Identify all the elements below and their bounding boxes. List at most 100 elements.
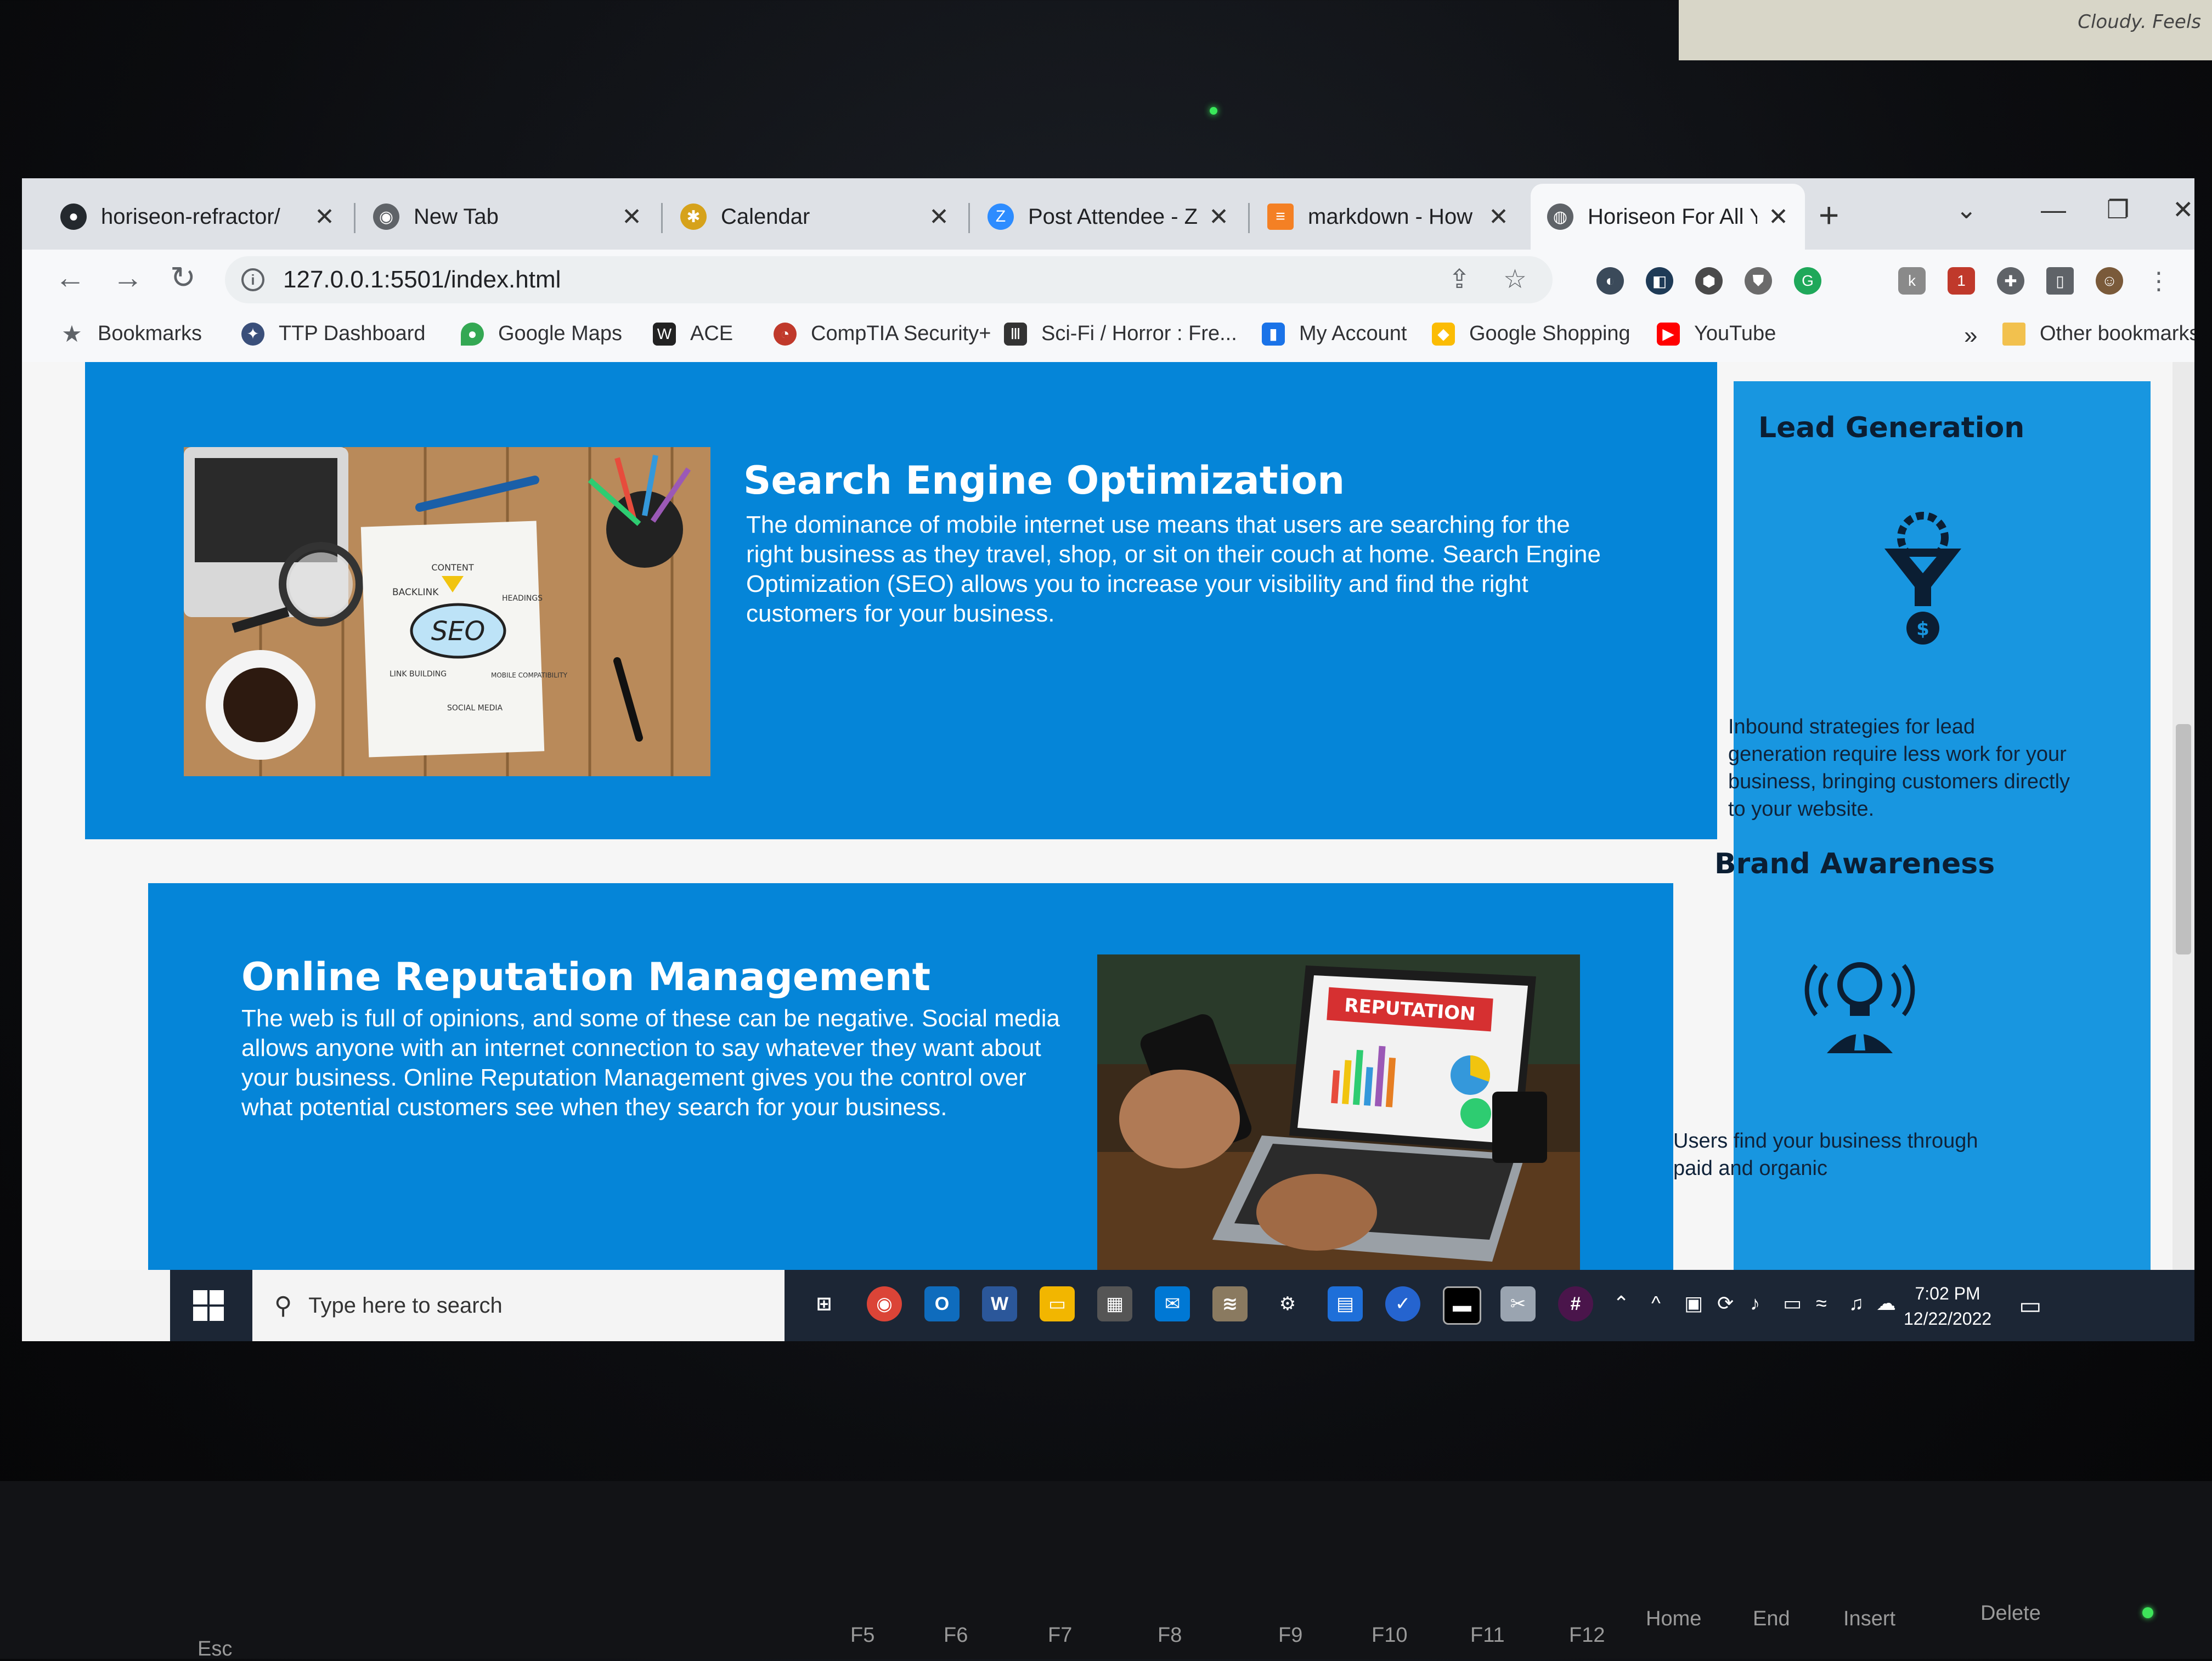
share-icon[interactable]: ⇪ <box>1448 264 1470 295</box>
back-arrow-icon[interactable]: ← <box>55 259 86 295</box>
bookmark-my-account[interactable]: ▮ My Account <box>1262 322 1407 346</box>
key-home[interactable]: Home <box>1646 1607 1701 1631</box>
restore-icon[interactable]: ❐ <box>2107 195 2129 224</box>
key-f10[interactable]: F10 <box>1372 1624 1407 1647</box>
clock-date: 12/22/2022 <box>1904 1309 1992 1329</box>
tab-search-chevron-icon[interactable]: ⌄ <box>1956 195 1977 224</box>
word-icon[interactable]: W <box>982 1286 1017 1321</box>
tray-chevron-up-icon[interactable]: ^ <box>1651 1292 1661 1315</box>
bookmark-ttp-dashboard[interactable]: ✦ TTP Dashboard <box>241 322 426 346</box>
key-f5[interactable]: F5 <box>850 1624 874 1647</box>
volume-icon[interactable]: ♫ <box>1849 1292 1864 1315</box>
wifi-icon[interactable]: ≈ <box>1816 1292 1827 1315</box>
close-icon[interactable]: ✕ <box>1768 203 1788 231</box>
microphone-icon[interactable]: ♪ <box>1750 1292 1760 1315</box>
tab-calendar[interactable]: ✱ Calendar ✕ <box>664 184 966 250</box>
taskbar-clock[interactable]: 7:02 PM 12/22/2022 <box>1904 1281 1991 1331</box>
bookmark-bookmarks[interactable]: ★ Bookmarks <box>60 321 202 347</box>
url-text[interactable]: 127.0.0.1:5501/index.html <box>283 266 561 293</box>
key-delete[interactable]: Delete <box>1980 1602 2041 1625</box>
calendar-app-icon[interactable]: ▤ <box>1328 1286 1363 1321</box>
extension-k-icon[interactable]: k <box>1898 267 1926 295</box>
close-icon[interactable]: ✕ <box>1488 203 1509 231</box>
bookmark-youtube[interactable]: ▶ YouTube <box>1657 322 1776 346</box>
key-f8[interactable]: F8 <box>1158 1624 1182 1647</box>
bookmark-scifi-horror[interactable]: Ⅲ Sci-Fi / Horror : Fre... <box>1004 322 1237 346</box>
bookmark-other[interactable]: Other bookmarks <box>2002 322 2194 346</box>
tab-horiseon-active[interactable]: ◍ Horiseon For All Yo ✕ <box>1531 184 1805 250</box>
extensions-puzzle-icon[interactable]: ✚ <box>1997 267 2024 295</box>
app-stack-icon[interactable]: ≋ <box>1212 1286 1248 1321</box>
window-close-icon[interactable]: ✕ <box>2172 195 2194 224</box>
benefits-aside: Lead Generation $ Inbound strategies for… <box>1673 381 2151 1270</box>
minimize-icon[interactable]: — <box>2041 195 2066 224</box>
key-end[interactable]: End <box>1753 1607 1790 1631</box>
extension-hex-icon[interactable]: ⬢ <box>1695 267 1723 295</box>
terminal-icon[interactable]: ▬ <box>1443 1286 1481 1325</box>
orm-description: The web is full of opinions, and some of… <box>241 1005 1060 1121</box>
bookmark-star-icon[interactable]: ☆ <box>1503 264 1527 295</box>
close-icon[interactable]: ✕ <box>929 203 949 231</box>
extension-shield-icon[interactable]: ⛊ <box>1745 267 1772 295</box>
onedrive-icon[interactable]: ☁ <box>1876 1292 1896 1315</box>
outlook-icon[interactable]: O <box>924 1286 960 1321</box>
slack-icon[interactable]: # <box>1558 1286 1593 1321</box>
new-tab-plus-icon[interactable]: + <box>1819 195 1839 235</box>
taskbar-search-box[interactable]: ⚲ Type here to search <box>252 1270 785 1341</box>
profile-avatar[interactable]: ☺ <box>2096 267 2123 295</box>
side-panel-icon[interactable]: ▯ <box>2046 267 2074 295</box>
shopping-tag-icon: ◆ <box>1432 322 1455 346</box>
tray-office-icon[interactable]: ▣ <box>1684 1292 1703 1315</box>
extension-grammarly-icon[interactable]: G <box>1794 267 1821 295</box>
mail-icon[interactable]: ✉ <box>1155 1286 1190 1321</box>
store-icon[interactable]: ▦ <box>1097 1286 1132 1321</box>
extension-globe-icon[interactable]: ◐ <box>1596 267 1624 295</box>
close-icon[interactable]: ✕ <box>622 203 642 231</box>
page-scrollbar[interactable] <box>2172 362 2194 1270</box>
todo-check-icon[interactable]: ✓ <box>1385 1286 1420 1321</box>
tab-zoom[interactable]: Z Post Attendee - Zo ✕ <box>971 184 1245 250</box>
bee-icon: ✱ <box>680 204 707 230</box>
key-f12[interactable]: F12 <box>1569 1624 1605 1647</box>
close-icon[interactable]: ✕ <box>314 203 335 231</box>
extension-badge-icon[interactable]: 1 <box>1948 267 1975 295</box>
scrollbar-thumb[interactable] <box>2176 724 2191 954</box>
key-f6[interactable]: F6 <box>944 1624 968 1647</box>
extension-screen-icon[interactable]: ◧ <box>1646 267 1673 295</box>
more-bookmarks-chevron[interactable]: » <box>1964 322 1977 349</box>
key-f7[interactable]: F7 <box>1048 1624 1072 1647</box>
photo-word-link-building: LINK BUILDING <box>390 670 447 679</box>
close-icon[interactable]: ✕ <box>1209 203 1229 231</box>
tab-new-tab[interactable]: ◉ New Tab ✕ <box>357 184 658 250</box>
key-insert[interactable]: Insert <box>1843 1607 1895 1631</box>
address-bar[interactable]: i 127.0.0.1:5501/index.html ⇪ ☆ <box>225 256 1553 303</box>
file-explorer-icon[interactable]: ▭ <box>1040 1286 1075 1321</box>
key-f11[interactable]: F11 <box>1470 1624 1505 1647</box>
overflow-chevron-icon[interactable]: ⌃ <box>1613 1292 1629 1315</box>
bookmark-google-maps[interactable]: ● Google Maps <box>461 322 622 346</box>
zoom-icon: Z <box>988 204 1014 230</box>
key-f9[interactable]: F9 <box>1278 1624 1302 1647</box>
bookmark-ace[interactable]: W ACE <box>653 322 733 346</box>
snipping-tool-icon[interactable]: ✂ <box>1500 1286 1536 1321</box>
tab-github[interactable]: ● horiseon-refractor/ ✕ <box>44 184 351 250</box>
library-icon: Ⅲ <box>1004 322 1027 346</box>
menu-kebab-icon[interactable]: ⋮ <box>2145 267 2172 295</box>
site-info-icon[interactable]: i <box>241 268 264 291</box>
reload-icon[interactable]: ↻ <box>170 259 196 296</box>
forward-arrow-icon[interactable]: → <box>112 259 143 295</box>
tray-cloud-sync-icon[interactable]: ⟳ <box>1717 1292 1734 1315</box>
globe-icon: ◍ <box>1547 204 1573 230</box>
key-esc[interactable]: Esc <box>198 1637 232 1661</box>
taskbar-search-placeholder[interactable]: Type here to search <box>308 1293 503 1318</box>
settings-gear-icon[interactable]: ⚙ <box>1270 1286 1305 1321</box>
task-view-icon[interactable]: ⊞ <box>806 1286 842 1321</box>
battery-icon[interactable]: ▭ <box>1783 1292 1802 1315</box>
tab-stackoverflow[interactable]: ≡ markdown - How to ✕ <box>1251 184 1525 250</box>
photo-word-headings: HEADINGS <box>502 594 543 603</box>
windows-start-icon[interactable] <box>170 1270 247 1341</box>
bookmark-google-shopping[interactable]: ◆ Google Shopping <box>1432 322 1630 346</box>
notification-icon[interactable]: ▭ <box>2019 1292 2042 1320</box>
bookmark-comptia[interactable]: ◔ CompTIA Security+ <box>774 322 991 346</box>
chrome-taskbar-icon[interactable]: ◉ <box>867 1286 902 1321</box>
